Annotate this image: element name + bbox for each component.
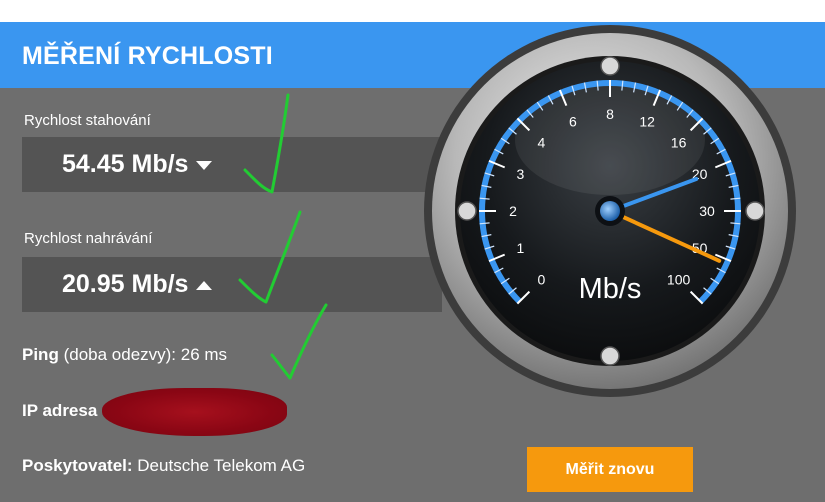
gauge-tick-label: 30 [699,203,715,219]
checkmark-2 [238,210,302,304]
gauge-tick-label: 2 [509,203,517,219]
gauge-tick-label: 12 [639,113,655,129]
needle-hub [600,201,620,221]
gauge-tick-label: 3 [516,166,524,182]
screw-right-icon [745,201,765,221]
screw-top-icon [600,56,620,76]
speed-gauge: 012346 8 1216203050100 Mb/s [238,25,796,397]
gauge-tick-label: 8 [606,106,614,122]
gauge-unit: Mb/s [579,273,642,305]
gauge-tick-label: 0 [538,272,546,288]
gauge-tick-label: 6 [569,113,577,129]
gauge-tick-label: 16 [671,134,687,150]
screw-bottom-icon [600,346,620,366]
checkmark-annotations [238,93,328,380]
checkmark-3 [270,303,328,380]
gauge-tick-label: 100 [667,272,691,288]
gauge-tick-label: 4 [538,134,546,150]
gauge-tick-label: 1 [516,240,524,256]
screw-left-icon [457,201,477,221]
checkmark-1 [243,93,290,194]
